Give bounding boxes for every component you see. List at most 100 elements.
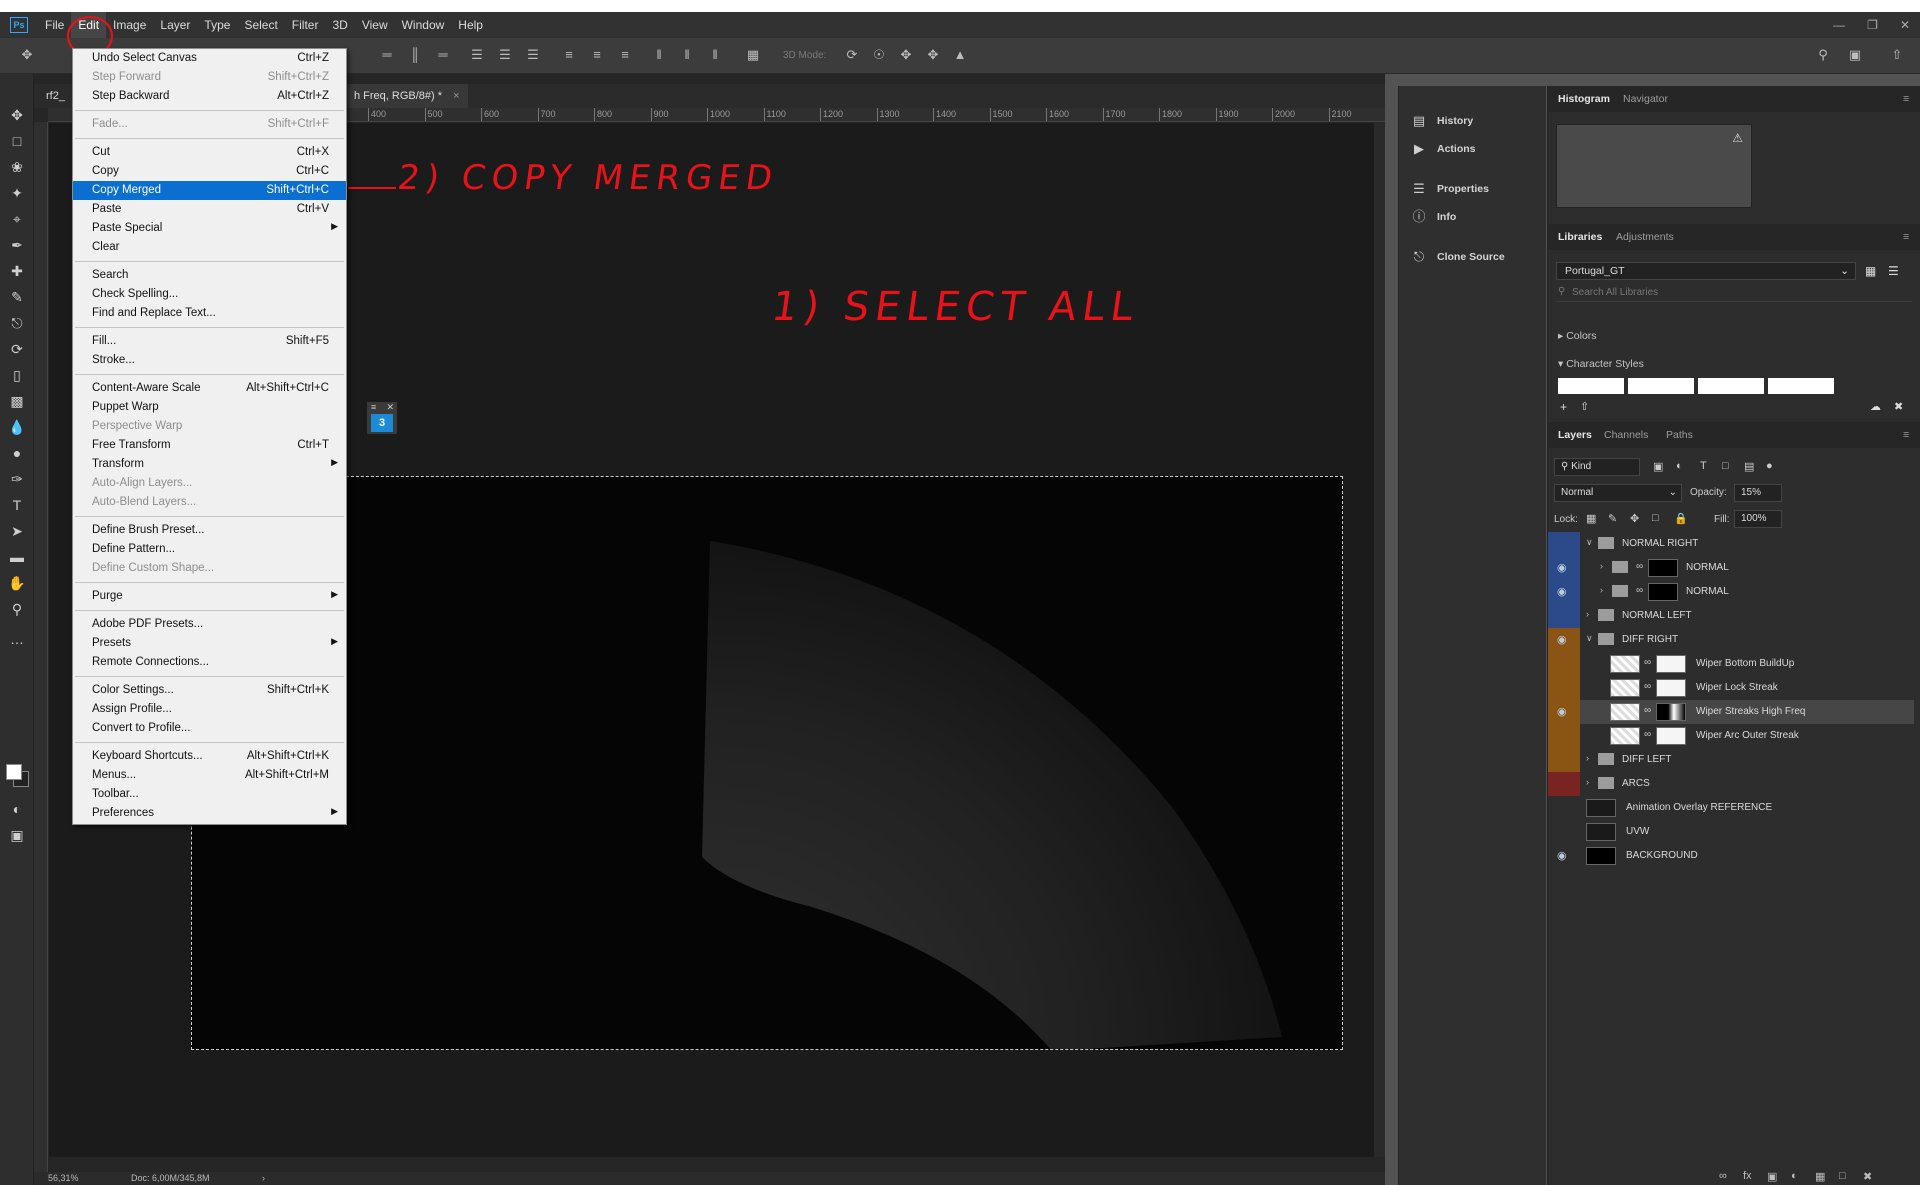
layer-group-row[interactable]: ◉ › ∞ NORMAL bbox=[1548, 556, 1914, 580]
panel-actions[interactable]: ▶ Actions bbox=[1399, 136, 1547, 162]
floating-panel[interactable]: ≡ ✕ 3 bbox=[367, 402, 397, 434]
library-select[interactable]: Portugal_GT ⌄ bbox=[1556, 262, 1856, 280]
visibility-eye-icon[interactable]: ◉ bbox=[1557, 849, 1567, 862]
chevron-down-icon[interactable]: ∨ bbox=[1586, 537, 1593, 548]
link-icon[interactable]: ∞ bbox=[1644, 657, 1651, 668]
layer-thumbnail[interactable] bbox=[1610, 703, 1640, 721]
character-style-swatch[interactable] bbox=[1768, 378, 1834, 394]
colors-section[interactable]: ▸ Colors bbox=[1558, 330, 1597, 342]
chevron-right-icon[interactable]: › bbox=[1586, 777, 1589, 787]
panel-menu-icon[interactable]: ≡ bbox=[371, 402, 376, 412]
share-icon[interactable]: ⇧ bbox=[1890, 48, 1904, 62]
clone-stamp-tool-icon[interactable]: ⎋ bbox=[8, 314, 26, 332]
opacity-field[interactable]: 15% bbox=[1734, 484, 1782, 502]
layer-group-row[interactable]: ◉ ∨ DIFF RIGHT bbox=[1548, 628, 1914, 652]
chevron-right-icon[interactable]: › bbox=[1586, 609, 1589, 619]
filter-type-icon[interactable]: T bbox=[1700, 460, 1707, 472]
new-group-icon[interactable]: ▦ bbox=[1815, 1170, 1825, 1183]
layer-mask-thumbnail[interactable] bbox=[1656, 727, 1686, 745]
filter-toggle-icon[interactable]: ● bbox=[1766, 460, 1773, 472]
layer-color-tag[interactable] bbox=[1548, 820, 1580, 844]
3d-rotate-icon[interactable]: ⟳ bbox=[845, 48, 859, 62]
layer-thumbnail[interactable] bbox=[1610, 727, 1640, 745]
delete-layer-icon[interactable]: ✖ bbox=[1863, 1170, 1872, 1183]
lock-artboard-icon[interactable]: □ bbox=[1652, 512, 1659, 524]
shape-tool-icon[interactable]: ▬ bbox=[8, 548, 26, 566]
zoom-tool-icon[interactable]: ⚲ bbox=[8, 600, 26, 618]
tab-layers[interactable]: Layers bbox=[1558, 429, 1592, 441]
gradient-tool-icon[interactable]: ▩ bbox=[8, 392, 26, 410]
vertical-scrollbar[interactable] bbox=[1374, 123, 1385, 1157]
grid-view-icon[interactable]: ▦ bbox=[1865, 264, 1876, 278]
cloud-sync-icon[interactable]: ☁ bbox=[1870, 400, 1881, 413]
status-chevron-icon[interactable]: › bbox=[262, 1173, 265, 1183]
screen-mode-icon[interactable]: ▣ bbox=[8, 826, 26, 844]
add-mask-icon[interactable]: ▣ bbox=[1767, 1170, 1777, 1183]
search-icon[interactable]: ⚲ bbox=[1816, 48, 1830, 62]
filter-adjustment-icon[interactable]: ◐ bbox=[1676, 460, 1683, 472]
warning-icon[interactable]: ⚠ bbox=[1732, 131, 1743, 145]
zoom-level[interactable]: 56,31% bbox=[48, 1173, 79, 1183]
layer-group-row[interactable]: › NORMAL LEFT bbox=[1548, 604, 1914, 628]
layer-row[interactable]: ∞ Wiper Arc Outer Streak bbox=[1548, 724, 1914, 748]
layer-color-tag[interactable] bbox=[1548, 724, 1580, 748]
3d-scale-icon[interactable]: ▲ bbox=[953, 48, 967, 62]
menu-item-assign-profile[interactable]: Assign Profile... bbox=[73, 700, 346, 719]
path-selection-tool-icon[interactable]: ➤ bbox=[8, 522, 26, 540]
more-tools-icon[interactable]: … bbox=[8, 630, 26, 648]
lock-position-icon[interactable]: ✥ bbox=[1630, 512, 1639, 525]
eraser-tool-icon[interactable]: ▯ bbox=[8, 366, 26, 384]
menu-item-clear[interactable]: Clear bbox=[73, 238, 346, 257]
menu-item-step-backward[interactable]: Step Backward Alt+Ctrl+Z bbox=[73, 87, 346, 106]
menu-item-puppet-warp[interactable]: Puppet Warp bbox=[73, 398, 346, 417]
workspace-icon[interactable]: ▣ bbox=[1848, 48, 1862, 62]
fill-field[interactable]: 100% bbox=[1734, 510, 1782, 528]
menu-item-content-aware-scale[interactable]: Content-Aware Scale Alt+Shift+Ctrl+C bbox=[73, 379, 346, 398]
chevron-right-icon[interactable]: › bbox=[1600, 585, 1603, 595]
adjustment-layer-icon[interactable]: ◐ bbox=[1791, 1170, 1798, 1182]
hand-tool-icon[interactable]: ✋ bbox=[8, 574, 26, 592]
layer-group-row[interactable]: › ARCS bbox=[1548, 772, 1914, 796]
image-canvas[interactable] bbox=[191, 476, 1343, 1050]
panel-menu-icon[interactable]: ≡ bbox=[1903, 231, 1909, 243]
panel-properties[interactable]: ☰ Properties bbox=[1399, 176, 1547, 202]
fx-icon[interactable]: fx bbox=[1743, 1170, 1752, 1182]
layer-color-tag[interactable] bbox=[1548, 532, 1580, 556]
layer-filter-kind[interactable]: ⚲ Kind bbox=[1554, 458, 1640, 476]
lock-image-icon[interactable]: ✎ bbox=[1608, 512, 1617, 525]
dodge-tool-icon[interactable]: ● bbox=[8, 444, 26, 462]
tab-libraries[interactable]: Libraries bbox=[1558, 231, 1602, 243]
menu-item-color-settings[interactable]: Color Settings... Shift+Ctrl+K bbox=[73, 681, 346, 700]
layer-mask-thumbnail[interactable] bbox=[1648, 559, 1678, 577]
quick-mask-icon[interactable]: ◐ bbox=[8, 800, 26, 818]
3d-pan-icon[interactable]: ✥ bbox=[899, 48, 913, 62]
menu-item-copy-merged[interactable]: Copy Merged Shift+Ctrl+C bbox=[73, 181, 346, 200]
brush-tool-icon[interactable]: ✎ bbox=[8, 288, 26, 306]
healing-brush-tool-icon[interactable]: ✚ bbox=[8, 262, 26, 280]
panel-menu-icon[interactable]: ≡ bbox=[1903, 93, 1909, 105]
panel-clone-source[interactable]: ⎋ Clone Source bbox=[1399, 244, 1547, 270]
layer-thumbnail[interactable] bbox=[1586, 847, 1616, 865]
lock-transparent-icon[interactable]: ▦ bbox=[1586, 512, 1596, 525]
layer-row[interactable]: Animation Overlay REFERENCE bbox=[1548, 796, 1914, 820]
minimize-icon[interactable]: — bbox=[1833, 18, 1845, 32]
link-icon[interactable]: ∞ bbox=[1644, 681, 1651, 692]
panel-menu-icon[interactable]: ≡ bbox=[1903, 429, 1909, 441]
foreground-color-swatch[interactable] bbox=[6, 764, 22, 780]
link-icon[interactable]: ∞ bbox=[1636, 561, 1643, 572]
menu-item-stroke[interactable]: Stroke... bbox=[73, 351, 346, 370]
layer-thumbnail[interactable] bbox=[1586, 799, 1616, 817]
layer-group-row[interactable]: ◉ › ∞ NORMAL bbox=[1548, 580, 1914, 604]
menu-item-find-and-replace-text[interactable]: Find and Replace Text... bbox=[73, 304, 346, 323]
layer-thumbnail[interactable] bbox=[1610, 679, 1640, 697]
list-view-icon[interactable]: ☰ bbox=[1888, 264, 1899, 278]
visibility-eye-icon[interactable]: ◉ bbox=[1557, 561, 1567, 574]
menu-item-define-brush-preset[interactable]: Define Brush Preset... bbox=[73, 521, 346, 540]
menu-item-convert-to-profile[interactable]: Convert to Profile... bbox=[73, 719, 346, 738]
layer-color-tag[interactable] bbox=[1548, 772, 1580, 796]
tab-navigator[interactable]: Navigator bbox=[1623, 93, 1668, 105]
layer-group-row[interactable]: › DIFF LEFT bbox=[1548, 748, 1914, 772]
layer-mask-thumbnail[interactable] bbox=[1656, 679, 1686, 697]
panel-history[interactable]: ▤ History bbox=[1399, 108, 1547, 134]
menu-item-toolbar[interactable]: Toolbar... bbox=[73, 785, 346, 804]
